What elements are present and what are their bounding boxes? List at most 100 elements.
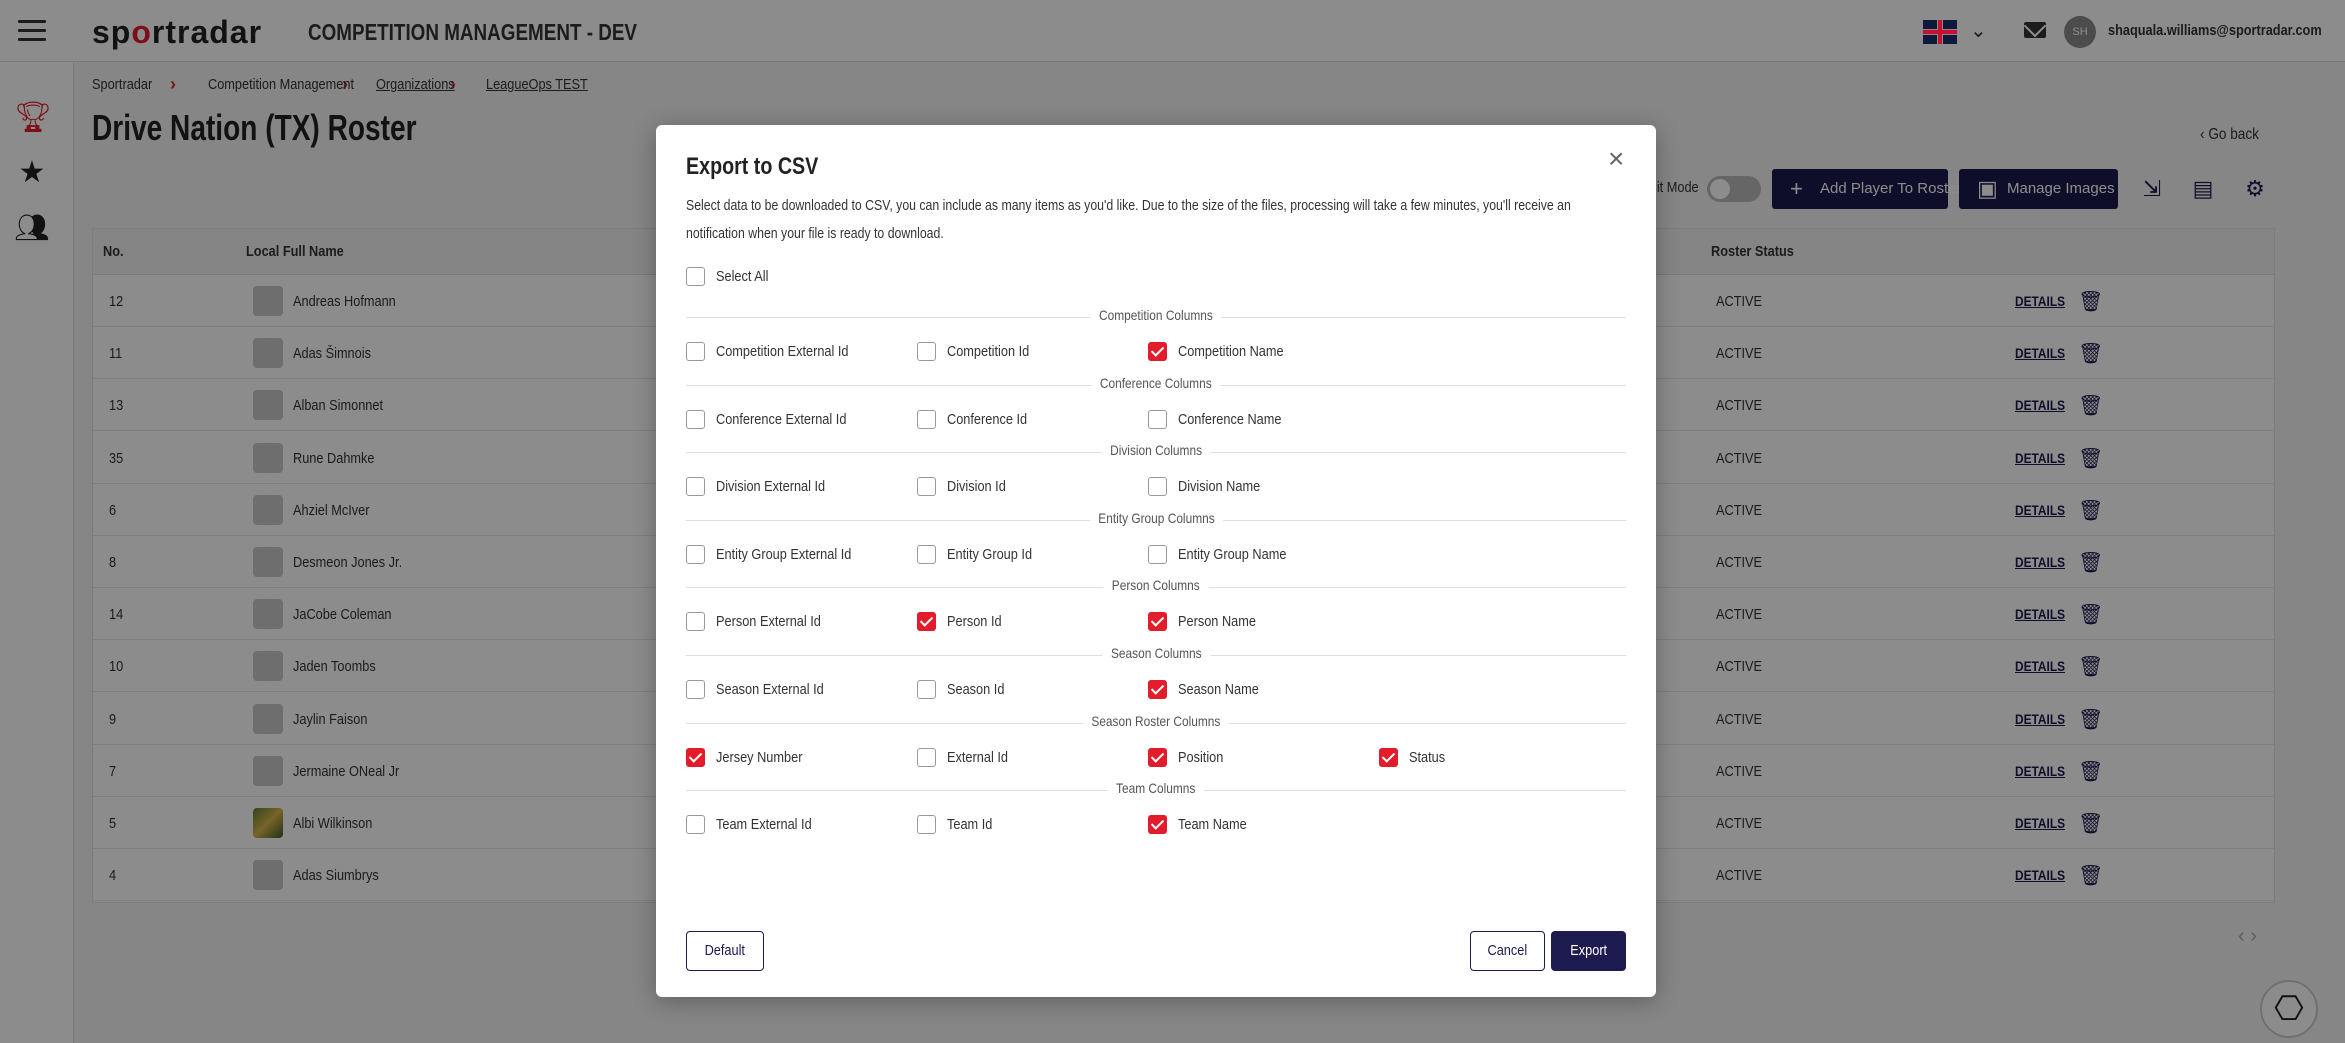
checkbox[interactable]: [686, 747, 705, 767]
checkbox[interactable]: [917, 342, 936, 361]
column-checkbox[interactable]: Conference Name: [1148, 409, 1300, 429]
checkbox-label: Conference Id: [947, 410, 1028, 428]
checkbox[interactable]: [686, 544, 705, 564]
checkbox[interactable]: [1148, 680, 1167, 699]
cancel-label: Cancel: [1487, 942, 1528, 959]
select-all-label: Select All: [716, 268, 769, 285]
column-checkbox[interactable]: Competition Name: [1148, 342, 1302, 361]
checkbox[interactable]: [686, 680, 705, 699]
section-title-wrap: Season Columns: [686, 645, 1626, 661]
checkbox-label: Team External Id: [716, 816, 812, 834]
column-checkbox[interactable]: Season External Id: [686, 680, 843, 699]
checkbox[interactable]: [686, 612, 705, 632]
modal-description: Select data to be downloaded to CSV, you…: [686, 197, 1571, 242]
section-title-wrap: Team Columns: [686, 780, 1626, 797]
close-icon[interactable]: ×: [1608, 145, 1624, 173]
column-checkbox[interactable]: Division External Id: [686, 477, 844, 497]
checkbox-label: Competition Id: [947, 343, 1030, 360]
modal-title: Export to CSV: [686, 153, 819, 180]
column-checkbox[interactable]: Competition External Id: [686, 342, 872, 361]
default-button[interactable]: Default: [686, 931, 764, 971]
column-checkbox[interactable]: Person External Id: [686, 612, 839, 632]
section-header: Division Columns: [686, 442, 1626, 462]
select-all-checkbox[interactable]: Select All: [686, 267, 778, 286]
checkbox[interactable]: [917, 612, 936, 632]
export-csv-modal: Export to CSV × Select data to be downlo…: [656, 125, 1656, 997]
checkbox[interactable]: [917, 477, 936, 497]
section-title-wrap: Division Columns: [686, 442, 1626, 459]
column-checkbox[interactable]: Season Name: [1148, 680, 1273, 699]
section-header: Season Columns: [686, 645, 1626, 665]
checkbox[interactable]: [1148, 544, 1167, 564]
column-checkbox[interactable]: Team External Id: [686, 815, 829, 835]
section-title-wrap: Season Roster Columns: [686, 712, 1626, 729]
checkbox-label: Division Name: [1178, 478, 1261, 496]
column-checkbox[interactable]: Jersey Number: [686, 747, 818, 767]
section-header: Conference Columns: [686, 374, 1626, 395]
checkbox[interactable]: [686, 409, 705, 429]
checkbox[interactable]: [1148, 477, 1167, 497]
column-checkbox[interactable]: Season Id: [917, 680, 1015, 699]
checkbox-label: Entity Group Name: [1178, 545, 1287, 563]
column-checkbox[interactable]: Division Name: [1148, 477, 1275, 497]
column-checkbox[interactable]: External Id: [917, 747, 1019, 767]
column-checkbox[interactable]: Status: [1379, 747, 1452, 767]
column-checkbox[interactable]: Person Name: [1148, 612, 1270, 632]
column-checkbox[interactable]: Division Id: [917, 477, 1016, 497]
checkbox[interactable]: [686, 815, 705, 835]
checkbox-label: Conference Name: [1178, 410, 1282, 428]
column-checkbox[interactable]: Person Id: [917, 612, 1011, 632]
checkbox-label: Person External Id: [716, 613, 821, 631]
checkbox-label: Division Id: [947, 478, 1006, 496]
section-title: Entity Group Columns: [1089, 509, 1223, 526]
checkbox-label: Season External Id: [716, 681, 824, 698]
checkbox-label: Entity Group Id: [947, 545, 1033, 563]
checkbox[interactable]: [1148, 747, 1167, 767]
section-header: Competition Columns: [686, 307, 1626, 327]
section-title-wrap: Competition Columns: [686, 307, 1626, 323]
section-title: Conference Columns: [1091, 374, 1221, 391]
checkbox[interactable]: [917, 680, 936, 699]
checkbox-label: Team Id: [947, 816, 993, 834]
checkbox-label: Entity Group External Id: [716, 545, 852, 563]
checkbox-label: Competition External Id: [716, 343, 849, 360]
column-checkbox[interactable]: Position: [1148, 747, 1231, 767]
checkbox[interactable]: [1148, 612, 1167, 632]
column-checkbox[interactable]: Conference External Id: [686, 409, 869, 429]
checkbox-label: Jersey Number: [716, 748, 803, 766]
section-header: Entity Group Columns: [686, 509, 1626, 530]
checkbox-label: Season Name: [1178, 681, 1259, 698]
checkbox[interactable]: [686, 342, 705, 361]
cancel-button[interactable]: Cancel: [1470, 931, 1545, 971]
checkbox[interactable]: [917, 544, 936, 564]
section-header: Team Columns: [686, 780, 1626, 800]
checkbox[interactable]: [917, 815, 936, 835]
column-checkbox[interactable]: Entity Group Name: [1148, 544, 1306, 564]
checkbox[interactable]: [686, 477, 705, 497]
checkbox[interactable]: [917, 409, 936, 429]
column-checkbox[interactable]: Entity Group External Id: [686, 544, 875, 564]
checkbox[interactable]: [1379, 747, 1398, 767]
checkbox[interactable]: [686, 267, 705, 286]
checkbox-label: Person Id: [947, 613, 1002, 631]
column-checkbox[interactable]: Team Name: [1148, 815, 1259, 835]
checkbox[interactable]: [1148, 409, 1167, 429]
section-title-wrap: Conference Columns: [686, 374, 1626, 391]
checkbox[interactable]: [917, 747, 936, 767]
section-header: Season Roster Columns: [686, 712, 1626, 733]
checkbox-label: Competition Name: [1178, 343, 1284, 360]
checkbox[interactable]: [1148, 342, 1167, 361]
export-label: Export: [1570, 942, 1607, 959]
checkbox-label: Status: [1409, 748, 1446, 766]
section-title-wrap: Person Columns: [686, 577, 1626, 594]
column-checkbox[interactable]: Entity Group Id: [917, 544, 1047, 564]
column-checkbox[interactable]: Conference Id: [917, 409, 1041, 429]
checkbox[interactable]: [1148, 815, 1167, 835]
section-title: Season Roster Columns: [1083, 712, 1229, 729]
checkbox-label: Season Id: [947, 681, 1005, 698]
export-button[interactable]: Export: [1551, 931, 1626, 971]
default-label: Default: [704, 942, 746, 959]
column-checkbox[interactable]: Team Id: [917, 815, 1000, 835]
column-checkbox[interactable]: Competition Id: [917, 342, 1044, 361]
section-title: Team Columns: [1107, 780, 1205, 797]
